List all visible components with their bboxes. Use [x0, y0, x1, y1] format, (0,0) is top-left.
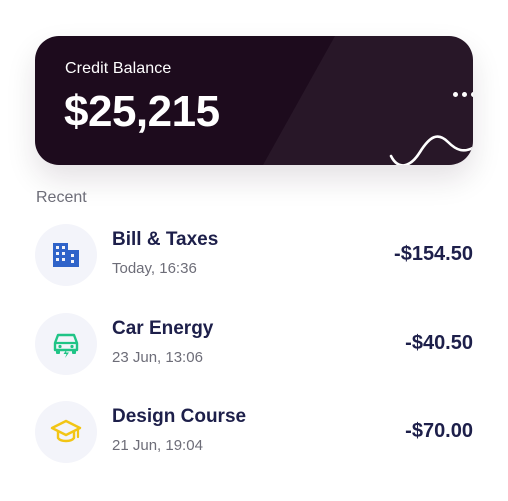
transaction-amount: -$40.50 — [405, 332, 473, 354]
transaction-time: 23 Jun, 13:06 — [112, 349, 203, 366]
transaction-row-design-course[interactable]: Design Course 21 Jun, 19:04 -$70.00 — [35, 401, 473, 463]
more-horizontal-icon — [452, 91, 458, 97]
building-icon — [53, 243, 79, 267]
credit-balance-label: Credit Balance — [65, 60, 172, 77]
credit-balance-card[interactable]: Credit Balance $25,215 — [35, 36, 473, 165]
transaction-icon-circle — [35, 313, 97, 375]
transaction-time: 21 Jun, 19:04 — [112, 437, 203, 454]
transaction-time: Today, 16:36 — [112, 260, 197, 277]
more-options-button[interactable] — [447, 82, 473, 106]
transaction-icon-circle — [35, 224, 97, 286]
app-screen: Credit Balance $25,215 Recent Bill & Tax… — [0, 0, 508, 501]
transaction-title: Bill & Taxes — [112, 229, 219, 250]
graduation-cap-icon — [50, 419, 82, 443]
wave-icon — [389, 135, 473, 165]
transaction-amount: -$154.50 — [394, 243, 473, 265]
transaction-amount: -$70.00 — [405, 420, 473, 442]
transaction-title: Design Course — [112, 406, 247, 427]
electric-car-icon — [53, 333, 79, 358]
recent-section-title: Recent — [36, 189, 87, 206]
transaction-icon-circle — [35, 401, 97, 463]
transaction-row-car-energy[interactable]: Car Energy 23 Jun, 13:06 -$40.50 — [35, 313, 473, 375]
transaction-title: Car Energy — [112, 318, 214, 339]
transaction-row-bill-taxes[interactable]: Bill & Taxes Today, 16:36 -$154.50 — [35, 224, 473, 286]
credit-balance-amount: $25,215 — [64, 87, 220, 136]
